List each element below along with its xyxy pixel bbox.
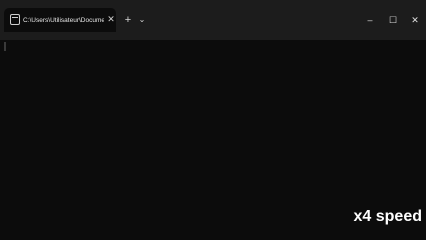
minimize-button[interactable]: – [360, 12, 380, 28]
new-tab-button[interactable]: + [122, 13, 134, 27]
terminal-icon [10, 14, 20, 25]
playback-speed-label: x4 speed [353, 208, 422, 225]
chevron-down-icon[interactable]: ⌄ [136, 13, 148, 27]
maximize-button[interactable]: ☐ [383, 12, 403, 28]
tab-terminal[interactable]: C:\Users\Utilisateur\Documer ✕ [4, 8, 116, 32]
text-cursor [4, 42, 6, 51]
tab-title: C:\Users\Utilisateur\Documer [23, 17, 104, 24]
close-window-button[interactable]: ✕ [405, 12, 425, 28]
close-tab-icon[interactable]: ✕ [105, 13, 117, 25]
title-bar: C:\Users\Utilisateur\Documer ✕ + ⌄ – ☐ ✕ [0, 0, 426, 40]
